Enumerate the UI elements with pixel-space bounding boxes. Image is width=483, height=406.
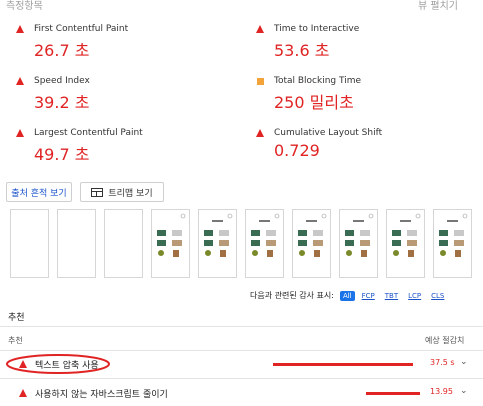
view-original-trace-label: 출처 흔적 보기: [11, 188, 67, 199]
chevron-down-icon[interactable]: ⌄: [460, 357, 468, 367]
filmstrip-frame: [339, 209, 378, 278]
metric-label: Total Blocking Time: [274, 76, 362, 86]
metric-label: Time to Interactive: [274, 24, 360, 34]
audit-savings: 37.5 s: [430, 358, 455, 367]
filmstrip-frame-blank: [57, 209, 96, 278]
app-screenshot-thumb: [157, 213, 186, 257]
filter-fcp[interactable]: FCP: [359, 291, 378, 301]
metric-label: Speed Index: [34, 76, 90, 86]
filter-all[interactable]: All: [339, 290, 355, 301]
fail-triangle-icon: [16, 129, 24, 137]
average-square-icon: [257, 78, 264, 85]
filmstrip-frame: [245, 209, 284, 278]
fail-triangle-icon: [256, 129, 264, 137]
metric-value: 53.6 초: [274, 41, 330, 60]
view-treemap-label: 트리맵 보기: [108, 188, 153, 199]
treemap-icon: [91, 187, 104, 197]
recommendations-heading: 추천: [8, 313, 25, 323]
fail-triangle-icon: [16, 77, 24, 85]
section-header-cut: 측정항목: [6, 1, 43, 12]
metric-label: Largest Contentful Paint: [34, 128, 143, 138]
filmstrip-frame: [292, 209, 331, 278]
view-original-trace-button[interactable]: 출처 흔적 보기: [6, 182, 72, 202]
metric-value: 26.7 초: [34, 41, 90, 60]
audit-title: 텍스트 압축 사용: [35, 361, 99, 371]
fail-triangle-icon: [16, 25, 24, 33]
fail-triangle-icon: [19, 360, 27, 368]
app-screenshot-thumb: [204, 213, 233, 257]
filmstrip-frame-blank: [104, 209, 143, 278]
audit-row[interactable]: 사용하지 않는 자바스크립트 줄이기 13.95 ⌄: [0, 379, 483, 406]
metric-value: 0.729: [274, 141, 320, 160]
filter-tbt[interactable]: TBT: [382, 291, 401, 301]
filmstrip-frame-blank: [10, 209, 49, 278]
filmstrip-frame: [433, 209, 472, 278]
savings-bar: [366, 392, 420, 395]
savings-bar: [273, 363, 413, 366]
view-treemap-button[interactable]: 트리맵 보기: [80, 182, 164, 202]
fail-triangle-icon: [256, 25, 264, 33]
app-screenshot-thumb: [392, 213, 421, 257]
audit-title: 사용하지 않는 자바스크립트 줄이기: [35, 390, 168, 400]
audit-filter-bar: 다음과 관련된 감사 표시: All FCP TBT LCP CLS: [250, 290, 447, 301]
metric-value: 39.2 초: [34, 93, 90, 112]
metric-value: 49.7 초: [34, 145, 90, 164]
filter-lcp[interactable]: LCP: [405, 291, 424, 301]
filmstrip-frame: [386, 209, 425, 278]
filmstrip-frame: [198, 209, 237, 278]
audit-row[interactable]: 텍스트 압축 사용 37.5 s ⌄: [0, 351, 483, 377]
opportunity-header: 추천: [8, 336, 23, 345]
expand-view-toggle[interactable]: 뷰 펼치기: [418, 0, 458, 12]
divider: [0, 326, 483, 327]
filmstrip-frame: [151, 209, 190, 278]
app-screenshot-thumb: [345, 213, 374, 257]
fail-triangle-icon: [19, 389, 27, 397]
metric-value: 250 밀리초: [274, 93, 354, 112]
metric-label: First Contentful Paint: [34, 24, 129, 34]
app-screenshot-thumb: [251, 213, 280, 257]
filter-cls[interactable]: CLS: [428, 291, 447, 301]
estimated-savings-header: 예상 절감치: [425, 336, 465, 345]
metric-label: Cumulative Layout Shift: [274, 128, 383, 138]
audit-savings: 13.95: [430, 387, 453, 396]
chevron-down-icon[interactable]: ⌄: [460, 386, 468, 396]
audit-filter-label: 다음과 관련된 감사 표시:: [250, 291, 334, 300]
app-screenshot-thumb: [298, 213, 327, 257]
app-screenshot-thumb: [439, 213, 468, 257]
